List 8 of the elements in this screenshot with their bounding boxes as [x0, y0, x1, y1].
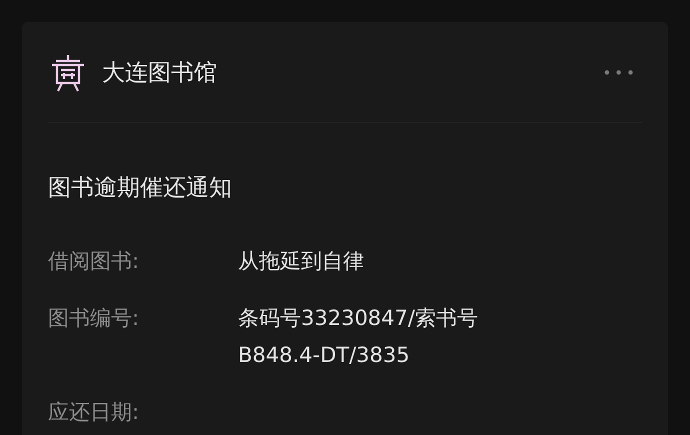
field-label: 借阅图书: [48, 248, 140, 275]
field-label: 应还日期: [48, 399, 140, 426]
field-label: 图书编号: [48, 305, 140, 332]
field-value: 从拖延到自律 [238, 248, 364, 275]
more-button[interactable]: ••• [602, 62, 638, 84]
notice-title: 图书逾期催还通知 [48, 174, 233, 203]
field-value: 条码号33230847/索书号 B848.4-DT/3835 [238, 305, 478, 369]
account-name: 大连图书馆 [102, 58, 217, 88]
